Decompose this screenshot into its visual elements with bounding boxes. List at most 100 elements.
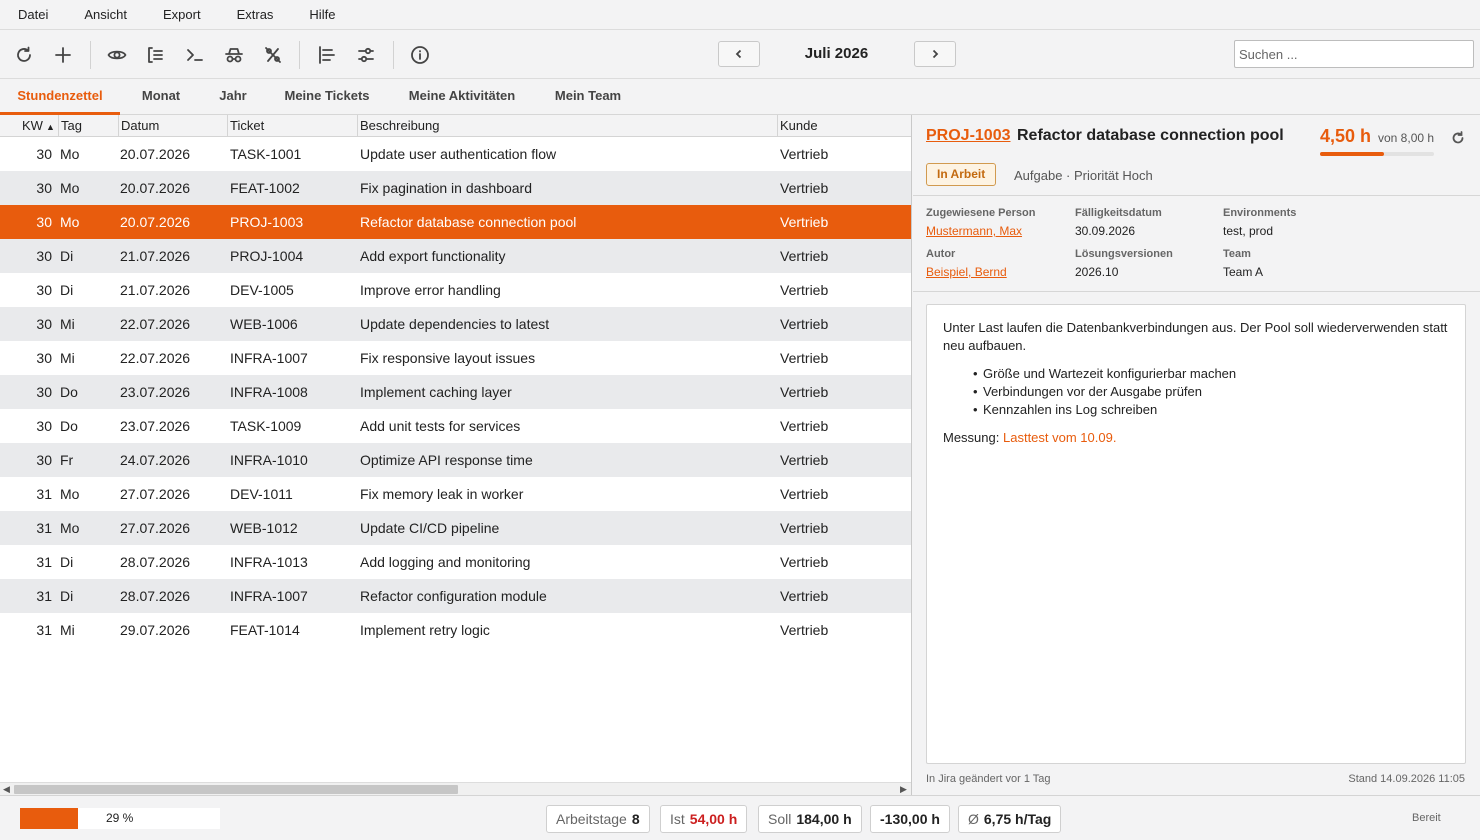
table-row[interactable]: 30 Mi 22.07.2026 INFRA-1007 Fix responsive l…	[0, 341, 911, 375]
table-row[interactable]: 30 Fr 24.07.2026 INFRA-1010 Optimize API res…	[0, 443, 911, 477]
list-icon[interactable]	[140, 40, 170, 70]
menu-ansicht[interactable]: Ansicht	[84, 7, 127, 22]
sliders-icon[interactable]	[351, 40, 381, 70]
cell-kw: 30	[36, 214, 52, 230]
table-row[interactable]: 30 Di 21.07.2026 PROJ-1004 Add export functi…	[0, 239, 911, 273]
environments-label: Environments	[1223, 207, 1297, 219]
table-row[interactable]: 31 Mo 27.07.2026 WEB-1012 Update CI/CD pipel…	[0, 511, 911, 545]
cell-ticket: FEAT-1002	[230, 180, 300, 196]
cell-ticket: DEV-1005	[230, 282, 294, 298]
incognito-icon[interactable]	[219, 40, 249, 70]
cell-datum: 22.07.2026	[120, 316, 191, 332]
cell-kunde: Vertrieb	[780, 146, 829, 162]
cell-ticket: INFRA-1007	[230, 350, 308, 366]
cell-tag: Mo	[60, 180, 80, 196]
menu-hilfe[interactable]: Hilfe	[309, 7, 335, 22]
cell-kunde: Vertrieb	[780, 248, 829, 264]
column-header-kw[interactable]: KW ▲	[0, 115, 59, 137]
table-row[interactable]: 30 Mo 20.07.2026 FEAT-1002 Fix pagination in…	[0, 171, 911, 205]
cell-beschreibung: Refactor configuration module	[360, 588, 547, 604]
table-row[interactable]: 30 Di 21.07.2026 DEV-1005 Improve error hand…	[0, 273, 911, 307]
assignee-link[interactable]: Mustermann, Max	[926, 224, 1022, 238]
tab-monat[interactable]: Monat	[130, 79, 192, 115]
eye-icon[interactable]	[102, 40, 132, 70]
table-row[interactable]: 30 Mi 22.07.2026 WEB-1006 Update dependencie…	[0, 307, 911, 341]
jira-changed-note: In Jira geändert vor 1 Tag	[926, 773, 1051, 785]
cell-kunde: Vertrieb	[780, 622, 829, 638]
cell-kunde: Vertrieb	[780, 486, 829, 502]
table-row[interactable]: 30 Do 23.07.2026 TASK-1009 Add unit tests fo…	[0, 409, 911, 443]
cell-kunde: Vertrieb	[780, 418, 829, 434]
status-text: Bereit	[1412, 812, 1441, 824]
column-header-beschreibung[interactable]: Beschreibung	[358, 115, 778, 137]
table-row[interactable]: 31 Mo 27.07.2026 DEV-1011 Fix memory leak in…	[0, 477, 911, 511]
search-input[interactable]	[1234, 40, 1474, 68]
column-header-ticket[interactable]: Ticket	[228, 115, 358, 137]
cell-kunde: Vertrieb	[780, 282, 829, 298]
sort-asc-icon: ▲	[45, 122, 55, 132]
table-body: 30 Mo 20.07.2026 TASK-1001 Update user authe…	[0, 137, 911, 647]
due-date-value: 30.09.2026	[1075, 224, 1136, 238]
horizontal-scrollbar[interactable]: ◀ ▶	[0, 782, 911, 795]
cell-tag: Di	[60, 554, 74, 570]
cell-tag: Fr	[60, 452, 74, 468]
next-month-button[interactable]	[914, 41, 956, 67]
measurement-label: Messung:	[943, 430, 1000, 445]
scrollbar-thumb[interactable]	[14, 785, 458, 794]
month-progress-bar: 29 %	[20, 808, 220, 829]
refresh-icon[interactable]	[1451, 131, 1465, 145]
align-left-icon[interactable]	[312, 40, 342, 70]
cell-kw: 30	[36, 316, 52, 332]
tab-jahr[interactable]: Jahr	[212, 79, 254, 115]
author-link[interactable]: Beispiel, Bernd	[926, 265, 1007, 279]
cell-tag: Mi	[60, 622, 75, 638]
menu-extras[interactable]: Extras	[237, 7, 274, 22]
cell-ticket: INFRA-1008	[230, 384, 308, 400]
tab-stundenzettel[interactable]: Stundenzettel	[0, 79, 120, 115]
cell-tag: Mo	[60, 146, 80, 162]
table-row[interactable]: 31 Di 28.07.2026 INFRA-1007 Refactor configu…	[0, 579, 911, 613]
cell-datum: 23.07.2026	[120, 418, 191, 434]
due-date-label: Fälligkeitsdatum	[1075, 207, 1162, 219]
cell-datum: 28.07.2026	[120, 588, 191, 604]
table-row[interactable]: 31 Di 28.07.2026 INFRA-1013 Add logging and …	[0, 545, 911, 579]
percent-off-icon[interactable]	[258, 40, 288, 70]
cell-tag: Di	[60, 282, 74, 298]
menu-datei[interactable]: Datei	[18, 7, 48, 22]
prev-month-button[interactable]	[718, 41, 760, 67]
tab-meine-tickets[interactable]: Meine Tickets	[278, 79, 376, 115]
tab-meine-aktivitaeten[interactable]: Meine Aktivitäten	[398, 79, 526, 115]
cell-kunde: Vertrieb	[780, 214, 829, 230]
table-row[interactable]: 30 Do 23.07.2026 INFRA-1008 Implement cachin…	[0, 375, 911, 409]
column-header-datum[interactable]: Datum	[119, 115, 228, 137]
table-header: KW ▲ Tag Datum Ticket Beschreibung Kunde	[0, 115, 911, 137]
cell-kw: 30	[36, 452, 52, 468]
menu-export[interactable]: Export	[163, 7, 201, 22]
difference-stat: -130,00 h	[870, 805, 950, 833]
cell-beschreibung: Implement caching layer	[360, 384, 512, 400]
cell-datum: 21.07.2026	[120, 282, 191, 298]
cell-kw: 30	[36, 146, 52, 162]
description-intro: Unter Last laufen die Datenbankverbindun…	[943, 320, 1448, 353]
progress-text: 29 %	[106, 811, 134, 825]
divider	[913, 195, 1480, 196]
measurement-link[interactable]: Lasttest vom 10.09.	[1003, 430, 1116, 445]
ticket-key-link[interactable]: PROJ-1003	[926, 127, 1011, 145]
cell-kw: 31	[36, 486, 52, 502]
column-header-tag[interactable]: Tag	[59, 115, 119, 137]
cell-ticket: INFRA-1013	[230, 554, 308, 570]
tab-mein-team[interactable]: Mein Team	[546, 79, 630, 115]
add-icon[interactable]	[48, 40, 78, 70]
cell-kw: 30	[36, 384, 52, 400]
table-row[interactable]: 30 Mo 20.07.2026 TASK-1001 Update user authe…	[0, 137, 911, 171]
cell-ticket: TASK-1001	[230, 146, 302, 162]
info-icon[interactable]	[405, 40, 435, 70]
table-row[interactable]: 31 Mi 29.07.2026 FEAT-1014 Implement retry l…	[0, 613, 911, 647]
column-header-kunde[interactable]: Kunde	[778, 115, 911, 137]
cell-beschreibung: Add unit tests for services	[360, 418, 521, 434]
refresh-icon[interactable]	[9, 40, 39, 70]
cell-kw: 30	[36, 418, 52, 434]
terminal-icon[interactable]	[180, 40, 210, 70]
cell-ticket: INFRA-1010	[230, 452, 308, 468]
table-row[interactable]: 30 Mo 20.07.2026 PROJ-1003 Refactor database…	[0, 205, 911, 239]
